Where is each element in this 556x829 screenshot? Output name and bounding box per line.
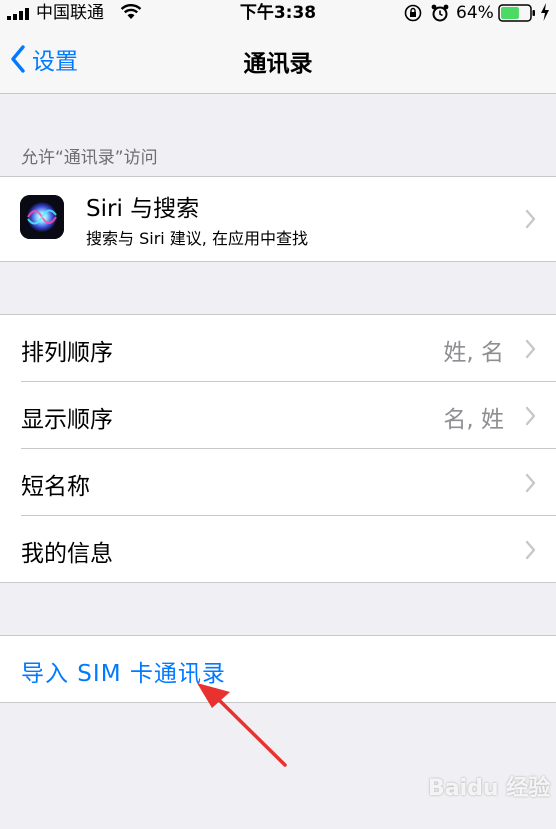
chevron-right-icon (525, 406, 536, 426)
settings-row-display-order[interactable]: 显示顺序 名, 姓 (0, 382, 556, 449)
row-label: 显示顺序 (21, 407, 113, 433)
baidu-watermark: Baidu 经验 (428, 770, 550, 802)
section-header: 允许“通讯录”访问 (21, 148, 158, 168)
row-label: 短名称 (21, 474, 90, 500)
charging-bolt-icon (541, 3, 549, 21)
orientation-lock-icon (404, 4, 422, 22)
battery-percent: 64% (456, 3, 494, 23)
alarm-icon (431, 4, 449, 22)
import-sim-contacts-button[interactable]: 导入 SIM 卡通讯录 (0, 636, 556, 702)
siri-search-row[interactable]: Siri 与搜索 搜索与 Siri 建议, 在应用中查找 (0, 177, 556, 261)
settings-group: 排列顺序 姓, 名 显示顺序 名, 姓 短名称 我的信息 (0, 314, 556, 583)
watermark-text: Baidu 经验 (428, 776, 551, 801)
siri-group: Siri 与搜索 搜索与 Siri 建议, 在应用中查找 (0, 176, 556, 262)
import-sim-contacts-label: 导入 SIM 卡通讯录 (21, 661, 226, 687)
settings-row-my-info[interactable]: 我的信息 (0, 516, 556, 582)
chevron-right-icon (525, 209, 536, 229)
status-bar: 中国联通 下午3:38 64% (0, 0, 556, 26)
chevron-right-icon (525, 540, 536, 560)
siri-icon (20, 195, 64, 239)
navigation-bar: 设置 通讯录 (0, 26, 556, 94)
settings-row-short-name[interactable]: 短名称 (0, 449, 556, 516)
settings-row-sort-order[interactable]: 排列顺序 姓, 名 (0, 315, 556, 382)
row-value: 姓, 名 (443, 340, 504, 366)
siri-row-title: Siri 与搜索 (86, 196, 200, 222)
page-title: 通讯录 (243, 51, 313, 77)
chevron-right-icon (525, 473, 536, 493)
row-value: 名, 姓 (443, 407, 504, 433)
siri-row-subtitle: 搜索与 Siri 建议, 在应用中查找 (86, 229, 308, 248)
row-label: 我的信息 (21, 541, 113, 567)
chevron-right-icon (525, 339, 536, 359)
battery-icon (498, 4, 535, 22)
row-label: 排列顺序 (21, 340, 113, 366)
import-group: 导入 SIM 卡通讯录 (0, 635, 556, 703)
